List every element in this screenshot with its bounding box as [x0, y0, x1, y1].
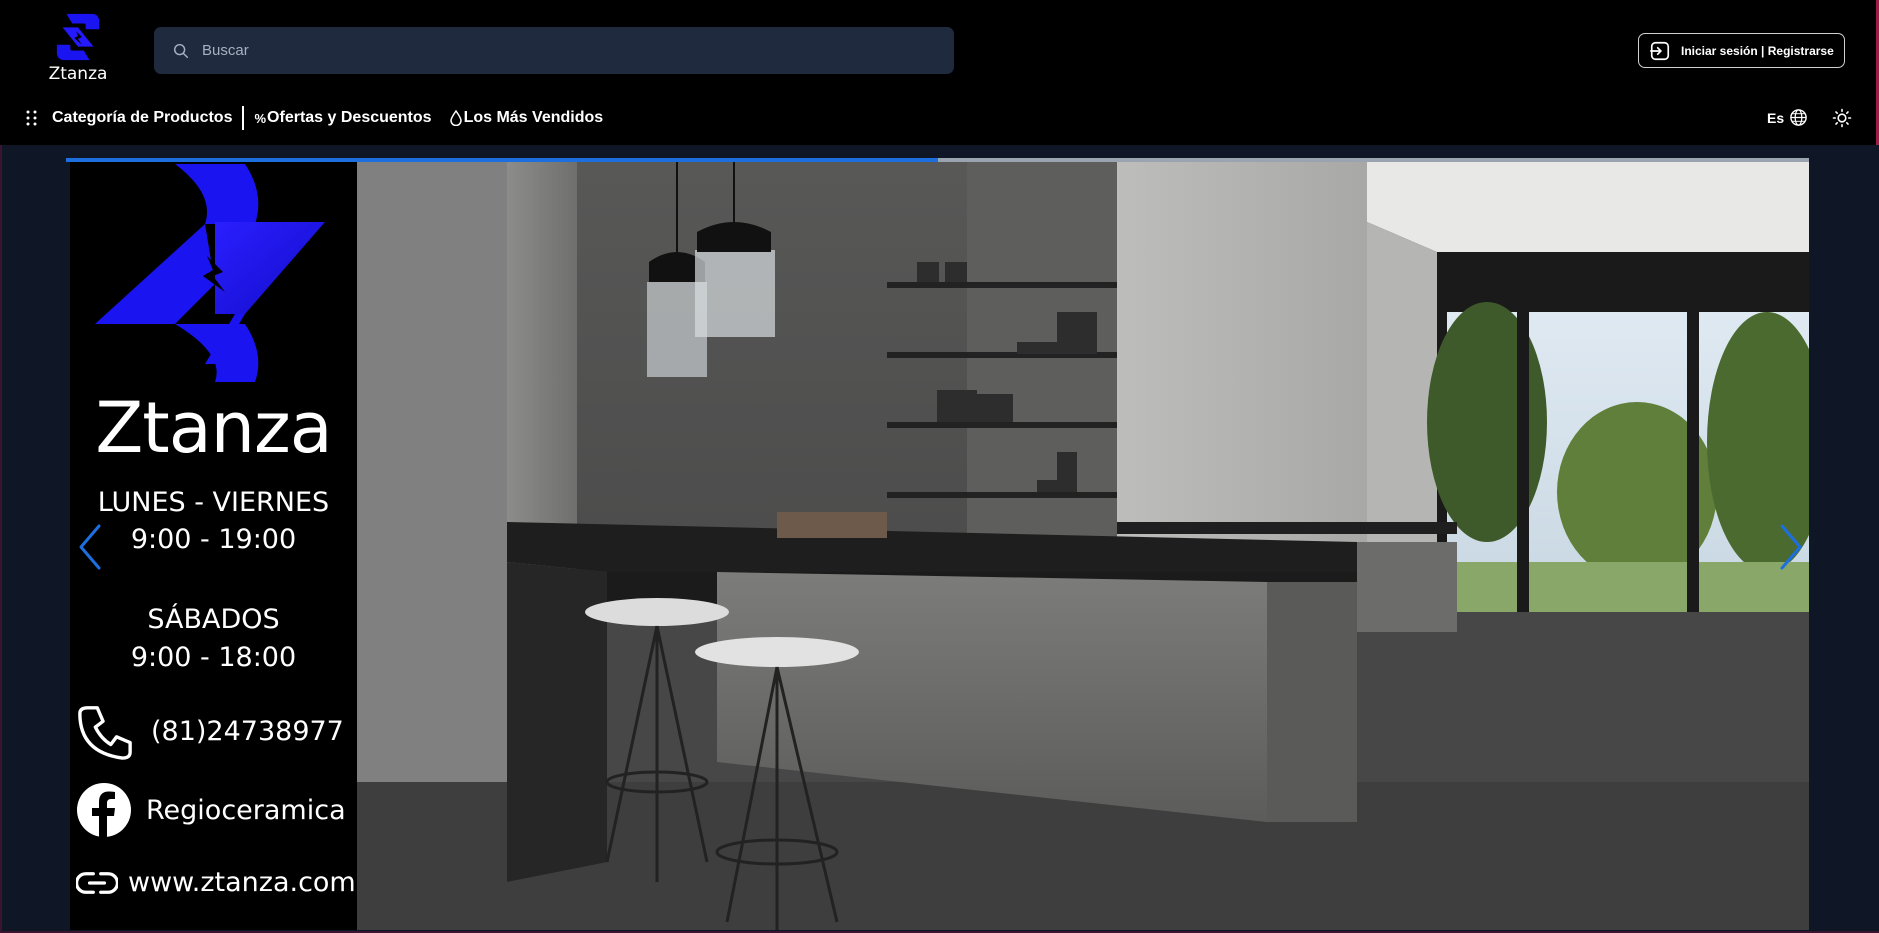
ztanza-logo-icon — [56, 13, 100, 61]
nav-categories-label: Categoría de Productos — [52, 109, 233, 126]
login-register-button[interactable]: Iniciar sesión | Registrarse — [1638, 33, 1845, 68]
promo-phone-number: (81)24738977 — [151, 715, 344, 747]
top-header: Ztanza Iniciar sesión | Registrarse Cate… — [0, 0, 1876, 145]
promo-phone: (81)24738977 — [76, 702, 344, 760]
main-nav: Categoría de Productos % Ofertas y Descu… — [24, 106, 603, 130]
saturday-title: SÁBADOS — [147, 604, 280, 635]
search-input[interactable] — [202, 42, 902, 59]
language-code: Es — [1767, 109, 1785, 126]
facebook-icon — [77, 783, 131, 838]
drop-icon — [449, 110, 462, 126]
hero-carousel-slide[interactable]: Ztanza LUNES - VIERNES 9:00 - 19:00 SÁBA… — [70, 162, 1809, 930]
phone-icon — [78, 706, 132, 760]
saturday-hours: 9:00 - 18:00 — [130, 642, 297, 673]
promo-facebook: Regioceramica — [76, 782, 346, 838]
grid-dots-icon — [26, 110, 37, 126]
chevron-right-icon[interactable] — [1776, 522, 1806, 572]
ztanza-logo-icon — [95, 164, 325, 382]
chevron-left-icon[interactable] — [75, 522, 105, 572]
promo-brand: Ztanza — [95, 387, 332, 469]
globe-icon — [1790, 109, 1807, 126]
promo-website: www.ztanza.com — [76, 867, 356, 898]
promo-facebook-name: Regioceramica — [146, 794, 346, 826]
nav-divider — [242, 106, 245, 130]
nav-categories[interactable]: Categoría de Productos — [24, 109, 232, 127]
brand-logo[interactable]: Ztanza — [40, 12, 116, 86]
promo-website-url: www.ztanza.com — [128, 867, 356, 898]
weekdays-hours: 9:00 - 19:00 — [130, 524, 297, 555]
brand-name: Ztanza — [48, 64, 108, 84]
search-bar[interactable] — [154, 27, 954, 74]
nav-offers-label: Ofertas y Descuentos — [267, 109, 432, 126]
search-icon — [173, 43, 189, 58]
nav-bestsellers-label: Los Más Vendidos — [463, 109, 604, 126]
kitchen-photo — [357, 162, 1809, 930]
login-register-label: Iniciar sesión | Registrarse — [1681, 43, 1834, 58]
promo-panel: Ztanza LUNES - VIERNES 9:00 - 19:00 SÁBA… — [70, 162, 357, 930]
percent-icon: % — [254, 110, 267, 126]
window-edge — [0, 145, 2, 933]
login-icon — [1650, 41, 1670, 60]
weekdays-title: LUNES - VIERNES — [97, 487, 330, 518]
nav-bestsellers[interactable]: Los Más Vendidos — [432, 109, 604, 127]
nav-offers[interactable]: % Ofertas y Descuentos — [254, 109, 431, 127]
link-icon — [76, 871, 118, 894]
sun-icon[interactable] — [1832, 108, 1852, 128]
language-selector[interactable]: Es — [1767, 108, 1808, 127]
